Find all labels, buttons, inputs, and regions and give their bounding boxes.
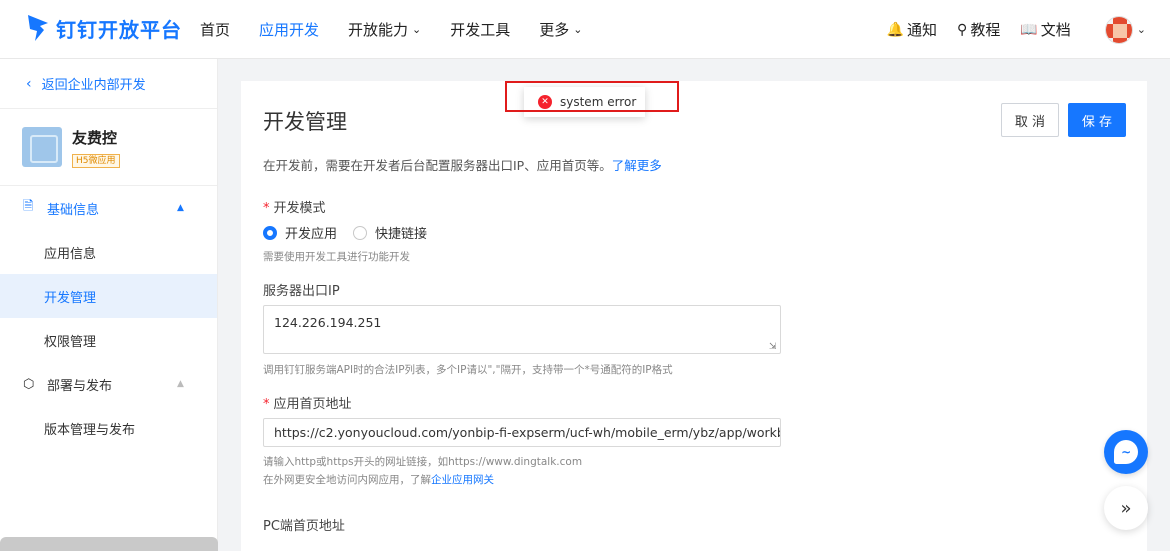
save-button[interactable]: 保 存 xyxy=(1068,103,1126,137)
docs-label: 文档 xyxy=(1040,21,1071,39)
double-chevron-right-icon: » xyxy=(1120,497,1132,519)
pc-homepage-label: PC端首页地址 xyxy=(263,519,345,534)
sidebar-item-label: 应用信息 xyxy=(44,246,97,262)
radio-checked[interactable] xyxy=(263,225,277,240)
app-icon xyxy=(22,127,62,167)
group-label: 部署与发布 xyxy=(47,378,113,394)
sidebar-item-label: 开发管理 xyxy=(44,290,97,306)
dev-mode-label-text: 开发模式 xyxy=(273,201,326,216)
gateway-hint-text: 在外网更安全地访问内网应用，了解 xyxy=(263,474,431,486)
dev-management-card: 开发管理 取 消 保 存 在开发前，需要在开发者后台配置服务器出口IP、应用首页… xyxy=(241,81,1147,551)
enterprise-gateway-link[interactable]: 企业应用网关 xyxy=(431,474,494,486)
page-title: 开发管理 xyxy=(263,110,347,134)
nav-item-open-capabilities[interactable]: 开放能力 ⌄ xyxy=(348,19,421,40)
app-name: 友费控 xyxy=(72,128,118,147)
dev-mode-radio-group: 开发应用 快捷链接 xyxy=(263,223,443,242)
resize-grip-icon[interactable]: ⇲ xyxy=(769,342,777,352)
homepage-label: * 应用首页地址 xyxy=(263,393,352,412)
nav-label: 首页 xyxy=(200,21,231,39)
nav-label: 开放能力 xyxy=(348,21,409,39)
avatar xyxy=(1104,15,1133,44)
nav-item-app-dev[interactable]: 应用开发 xyxy=(259,19,319,40)
chevron-down-icon: ⌄ xyxy=(573,23,583,36)
sidebar-item-version-release[interactable]: 版本管理与发布 xyxy=(0,406,217,450)
app-type-badge: H5微应用 xyxy=(72,153,120,168)
location-pin-icon: ⚲ xyxy=(957,21,968,38)
nav-label: 开发工具 xyxy=(450,21,511,39)
nav-label: 更多 xyxy=(539,21,570,39)
cube-icon: ⬡ xyxy=(23,376,35,392)
radio-unchecked[interactable] xyxy=(353,225,368,240)
notifications-link[interactable]: 🔔 通知 xyxy=(887,19,937,40)
help-assistant-button[interactable]: ∼ xyxy=(1104,430,1148,474)
expand-button[interactable]: » xyxy=(1104,486,1148,530)
required-marker: * xyxy=(263,397,270,412)
back-to-internal-dev-link[interactable]: ‹ 返回企业内部开发 xyxy=(0,59,217,109)
header-right-nav: 🔔 通知 ⚲ 教程 📖 文档 ⌄ xyxy=(867,0,1146,59)
radio-quick-link[interactable]: 快捷链接 xyxy=(353,223,427,242)
gateway-hint: 在外网更安全地访问内网应用，了解企业应用网关 xyxy=(263,472,494,489)
app-meta: 友费控 H5微应用 xyxy=(72,127,120,168)
dingtalk-logo[interactable]: 钉钉开放平台 xyxy=(26,11,182,45)
bell-icon: 🔔 xyxy=(886,21,905,38)
sidebar-item-label: 权限管理 xyxy=(44,334,97,350)
logo-text: 钉钉开放平台 xyxy=(56,17,182,42)
sidebar-item-label: 版本管理与发布 xyxy=(44,422,136,438)
chevron-down-icon: ⌄ xyxy=(1136,23,1146,36)
sidebar: ‹ 返回企业内部开发 友费控 H5微应用 🗎 基础信息 ▲ 应用信息 开发管理 … xyxy=(0,59,218,551)
tutorials-label: 教程 xyxy=(970,21,1001,39)
radio-dev-app[interactable]: 开发应用 xyxy=(263,223,337,242)
radio-label: 开发应用 xyxy=(285,227,338,242)
chevron-down-icon: ⌄ xyxy=(412,23,422,36)
chevron-left-icon: ‹ xyxy=(26,75,32,92)
required-marker: * xyxy=(263,201,270,216)
chat-bubble-icon: ∼ xyxy=(1114,440,1138,464)
homepage-hint: 请输入http或https开头的网址链接，如https://www.dingta… xyxy=(263,456,583,468)
homepage-label-text: 应用首页地址 xyxy=(273,397,352,412)
server-ip-label: 服务器出口IP xyxy=(263,284,340,299)
sidebar-item-dev-management[interactable]: 开发管理 xyxy=(0,274,217,318)
top-navigation-bar: 钉钉开放平台 首页 应用开发 开放能力 ⌄ 开发工具 更多 ⌄ 🔔 通知 ⚲ 教程 … xyxy=(0,0,1170,59)
radio-label: 快捷链接 xyxy=(375,227,428,242)
tutorials-link[interactable]: ⚲ 教程 xyxy=(957,19,1000,40)
docs-link[interactable]: 📖 文档 xyxy=(1020,19,1070,40)
back-label: 返回企业内部开发 xyxy=(41,78,146,93)
highlight-box xyxy=(505,81,679,112)
server-ip-textarea[interactable] xyxy=(263,305,781,354)
dingtalk-logo-icon xyxy=(28,15,48,41)
document-icon: 🗎 xyxy=(23,199,34,214)
user-menu[interactable]: ⌄ xyxy=(1104,15,1146,44)
sidebar-group-basic-info[interactable]: 🗎 基础信息 ▲ xyxy=(0,186,217,230)
book-icon: 📖 xyxy=(1020,21,1038,38)
sidebar-item-app-info[interactable]: 应用信息 xyxy=(0,230,217,274)
sidebar-group-deploy-release[interactable]: ⬡ 部署与发布 ▲ xyxy=(0,362,217,406)
learn-more-link[interactable]: 了解更多 xyxy=(612,158,662,173)
main-nav: 首页 应用开发 开放能力 ⌄ 开发工具 更多 ⌄ xyxy=(200,0,612,59)
app-card: 友费控 H5微应用 xyxy=(0,109,217,186)
server-ip-hint: 调用钉钉服务端API时的合法IP列表，多个IP请以","隔开，支持带一个*号通配… xyxy=(263,364,673,376)
group-label: 基础信息 xyxy=(47,202,100,218)
nav-item-dev-tools[interactable]: 开发工具 xyxy=(450,19,510,40)
homepage-url-input[interactable]: https://c2.yonyoucloud.com/yonbip-fi-exp… xyxy=(263,418,781,447)
caret-up-icon: ▲ xyxy=(177,379,184,389)
cancel-button[interactable]: 取 消 xyxy=(1001,103,1059,137)
nav-item-home[interactable]: 首页 xyxy=(200,19,230,40)
dev-mode-hint: 需要使用开发工具进行功能开发 xyxy=(263,251,410,263)
sidebar-item-permission-management[interactable]: 权限管理 xyxy=(0,318,217,362)
caret-up-icon: ▲ xyxy=(177,203,184,213)
sidebar-scrollbar[interactable] xyxy=(0,537,218,551)
nav-label: 应用开发 xyxy=(259,21,320,39)
intro-description: 在开发前，需要在开发者后台配置服务器出口IP、应用首页等。 xyxy=(263,158,612,173)
nav-item-more[interactable]: 更多 ⌄ xyxy=(539,19,582,40)
notifications-label: 通知 xyxy=(907,21,938,39)
intro-text: 在开发前，需要在开发者后台配置服务器出口IP、应用首页等。了解更多 xyxy=(263,155,662,174)
dev-mode-label: * 开发模式 xyxy=(263,197,326,216)
